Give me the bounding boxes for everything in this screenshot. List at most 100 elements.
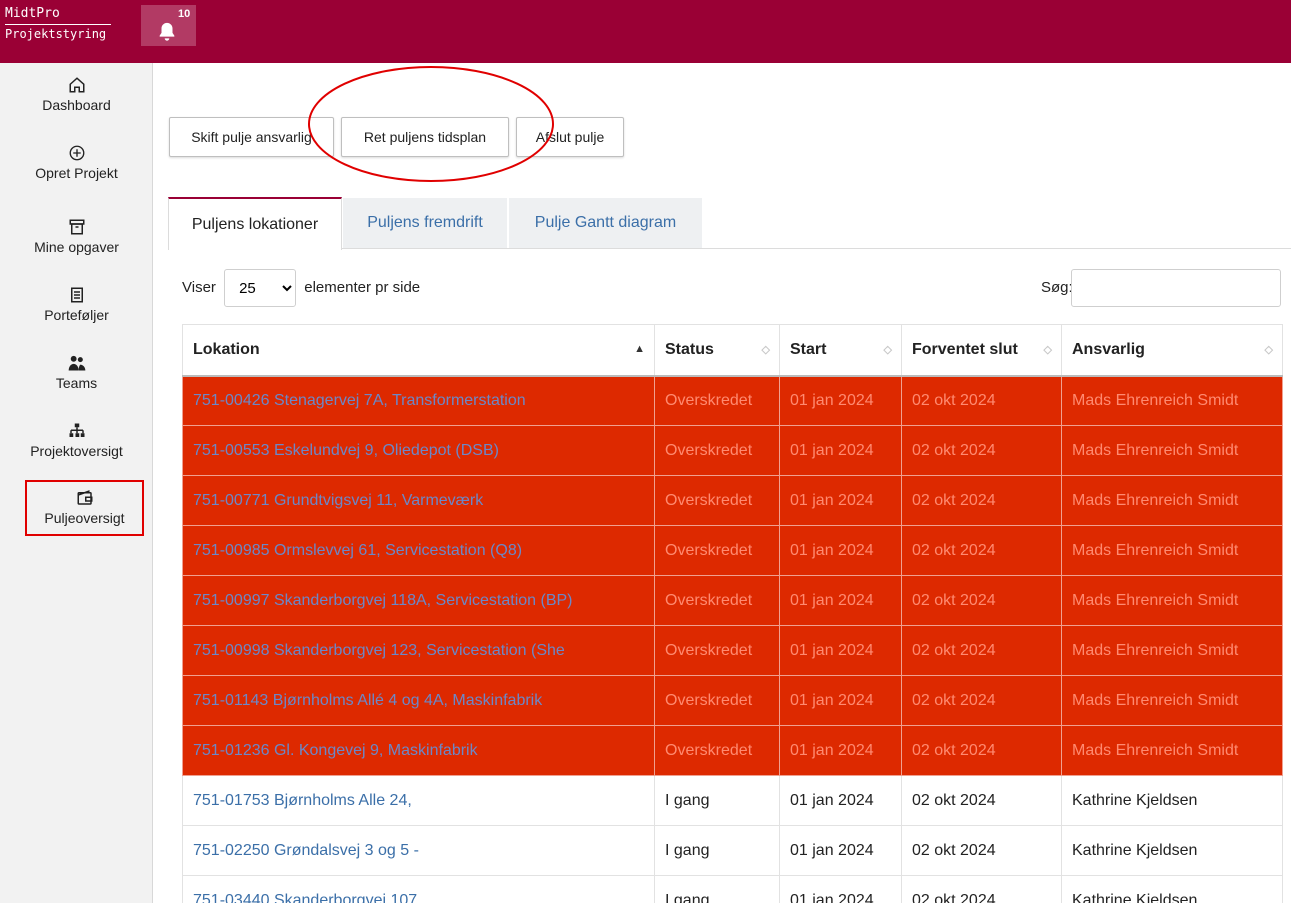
- home-icon: [69, 77, 84, 93]
- status-cell: Overskredet: [654, 675, 780, 726]
- table-header-row: Lokation ▲ Status ◇ Start ◇ Forventet slut ◇…: [182, 324, 1283, 377]
- owner-cell: Mads Ehrenreich Smidt: [1061, 425, 1283, 476]
- end-cell: 02 okt 2024: [901, 725, 1062, 776]
- table-row: 751-01143 Bjørnholms Allé 4 og 4A, Maski…: [182, 675, 1283, 726]
- column-header-status[interactable]: Status ◇: [654, 324, 780, 377]
- sort-icon: ◇: [1043, 344, 1052, 356]
- top-bar: MidtPro Projektstyring 10: [0, 0, 1291, 63]
- owner-cell: Mads Ehrenreich Smidt: [1061, 625, 1283, 676]
- notifications-button[interactable]: 10: [141, 5, 196, 46]
- brand-logo[interactable]: MidtPro Projektstyring: [5, 6, 111, 41]
- status-cell: Overskredet: [654, 525, 780, 576]
- sidebar-item-label: Puljeoversigt: [44, 510, 125, 526]
- start-cell: 01 jan 2024: [779, 625, 902, 676]
- end-cell: 02 okt 2024: [901, 525, 1062, 576]
- sidebar-item-opret-projekt[interactable]: Opret Projekt: [0, 143, 153, 181]
- status-cell: Overskredet: [654, 475, 780, 526]
- location-link[interactable]: 751-00771 Grundtvigsvej 11, Varmeværk: [182, 475, 655, 526]
- table-row: 751-03440 Skanderborgvej 107, I gang 01 …: [182, 875, 1283, 903]
- sidebar-item-puljeoversigt[interactable]: Puljeoversigt: [25, 480, 144, 536]
- archive-icon: [69, 219, 84, 235]
- owner-cell: Mads Ehrenreich Smidt: [1061, 575, 1283, 626]
- owner-cell: Kathrine Kjeldsen: [1061, 775, 1283, 826]
- start-cell: 01 jan 2024: [779, 675, 902, 726]
- status-cell: Overskredet: [654, 375, 780, 426]
- tab-puljens-fremdrift[interactable]: Puljens fremdrift: [343, 198, 507, 248]
- bell-icon: [159, 22, 175, 41]
- sidebar: Dashboard Opret Projekt Mine opgaver Por…: [0, 63, 153, 903]
- page-size-select[interactable]: 25: [224, 269, 297, 307]
- table-row: 751-00997 Skanderborgvej 118A, Servicest…: [182, 575, 1283, 626]
- sort-icon: ◇: [761, 344, 770, 356]
- sidebar-item-dashboard[interactable]: Dashboard: [0, 75, 153, 113]
- location-link[interactable]: 751-00426 Stenagervej 7A, Transformersta…: [182, 375, 655, 426]
- column-header-label: Status: [665, 340, 714, 358]
- owner-cell: Mads Ehrenreich Smidt: [1061, 375, 1283, 426]
- location-link[interactable]: 751-01143 Bjørnholms Allé 4 og 4A, Maski…: [182, 675, 655, 726]
- column-header-label: Start: [790, 340, 827, 358]
- sort-icon: ◇: [1264, 344, 1273, 356]
- table-row: 751-00771 Grundtvigsvej 11, Varmeværk Ov…: [182, 475, 1283, 526]
- start-cell: 01 jan 2024: [779, 725, 902, 776]
- column-header-start[interactable]: Start ◇: [779, 324, 902, 377]
- wallet-icon: [77, 490, 92, 505]
- brand-subtitle: Projektstyring: [5, 24, 111, 41]
- location-link[interactable]: 751-00553 Eskelundvej 9, Oliedepot (DSB): [182, 425, 655, 476]
- column-header-label: Forventet slut: [912, 340, 1018, 358]
- start-cell: 01 jan 2024: [779, 875, 902, 903]
- show-label: Viser: [182, 279, 216, 296]
- table-row: 751-01236 Gl. Kongevej 9, Maskinfabrik O…: [182, 725, 1283, 776]
- status-cell: Overskredet: [654, 425, 780, 476]
- per-page-label: elementer pr side: [304, 279, 421, 296]
- sidebar-item-mine-opgaver[interactable]: Mine opgaver: [0, 217, 153, 255]
- end-cell: 02 okt 2024: [901, 825, 1062, 876]
- table-row: 751-00985 Ormslevvej 61, Servicestation …: [182, 525, 1283, 576]
- location-link[interactable]: 751-00985 Ormslevvej 61, Servicestation …: [182, 525, 655, 576]
- annotation-ellipse: [308, 66, 554, 182]
- status-cell: I gang: [654, 775, 780, 826]
- column-header-label: Ansvarlig: [1072, 340, 1145, 358]
- column-header-ansvarlig[interactable]: Ansvarlig ◇: [1061, 324, 1283, 377]
- location-link[interactable]: 751-01236 Gl. Kongevej 9, Maskinfabrik: [182, 725, 655, 776]
- location-link[interactable]: 751-01753 Bjørnholms Alle 24,: [182, 775, 655, 826]
- tab-pulje-gantt-diagram[interactable]: Pulje Gantt diagram: [509, 198, 702, 248]
- sidebar-item-projektoversigt[interactable]: Projektoversigt: [0, 421, 153, 459]
- sidebar-item-label: Projektoversigt: [30, 443, 123, 459]
- end-cell: 02 okt 2024: [901, 575, 1062, 626]
- status-cell: I gang: [654, 875, 780, 903]
- end-cell: 02 okt 2024: [901, 775, 1062, 826]
- owner-cell: Mads Ehrenreich Smidt: [1061, 475, 1283, 526]
- status-cell: Overskredet: [654, 575, 780, 626]
- page-length-control: Viser 25 elementer pr side: [182, 269, 420, 307]
- column-header-forventet-slut[interactable]: Forventet slut ◇: [901, 324, 1062, 377]
- sidebar-item-label: Dashboard: [42, 97, 111, 113]
- end-cell: 02 okt 2024: [901, 425, 1062, 476]
- location-link[interactable]: 751-03440 Skanderborgvej 107,: [182, 875, 655, 903]
- owner-cell: Mads Ehrenreich Smidt: [1061, 525, 1283, 576]
- start-cell: 01 jan 2024: [779, 575, 902, 626]
- column-header-lokation[interactable]: Lokation ▲: [182, 324, 655, 377]
- document-icon: [70, 287, 83, 303]
- location-link[interactable]: 751-00997 Skanderborgvej 118A, Servicest…: [182, 575, 655, 626]
- start-cell: 01 jan 2024: [779, 525, 902, 576]
- tab-puljens-lokationer[interactable]: Puljens lokationer: [168, 197, 342, 250]
- hierarchy-icon: [69, 423, 84, 437]
- notification-count-badge: 10: [175, 8, 194, 20]
- brand-title: MidtPro: [5, 6, 60, 21]
- sidebar-item-portefoljer[interactable]: Porteføljer: [0, 285, 153, 323]
- start-cell: 01 jan 2024: [779, 475, 902, 526]
- search-input[interactable]: [1071, 269, 1281, 307]
- sidebar-item-label: Opret Projekt: [35, 165, 118, 181]
- sidebar-item-label: Porteføljer: [44, 307, 109, 323]
- end-cell: 02 okt 2024: [901, 875, 1062, 903]
- end-cell: 02 okt 2024: [901, 475, 1062, 526]
- tab-bar: Puljens lokationer Puljens fremdrift Pul…: [168, 197, 1291, 250]
- location-link[interactable]: 751-02250 Grøndalsvej 3 og 5 -: [182, 825, 655, 876]
- start-cell: 01 jan 2024: [779, 375, 902, 426]
- users-icon: [68, 355, 85, 371]
- start-cell: 01 jan 2024: [779, 825, 902, 876]
- location-link[interactable]: 751-00998 Skanderborgvej 123, Servicesta…: [182, 625, 655, 676]
- start-cell: 01 jan 2024: [779, 775, 902, 826]
- sidebar-item-teams[interactable]: Teams: [0, 353, 153, 391]
- owner-cell: Kathrine Kjeldsen: [1061, 825, 1283, 876]
